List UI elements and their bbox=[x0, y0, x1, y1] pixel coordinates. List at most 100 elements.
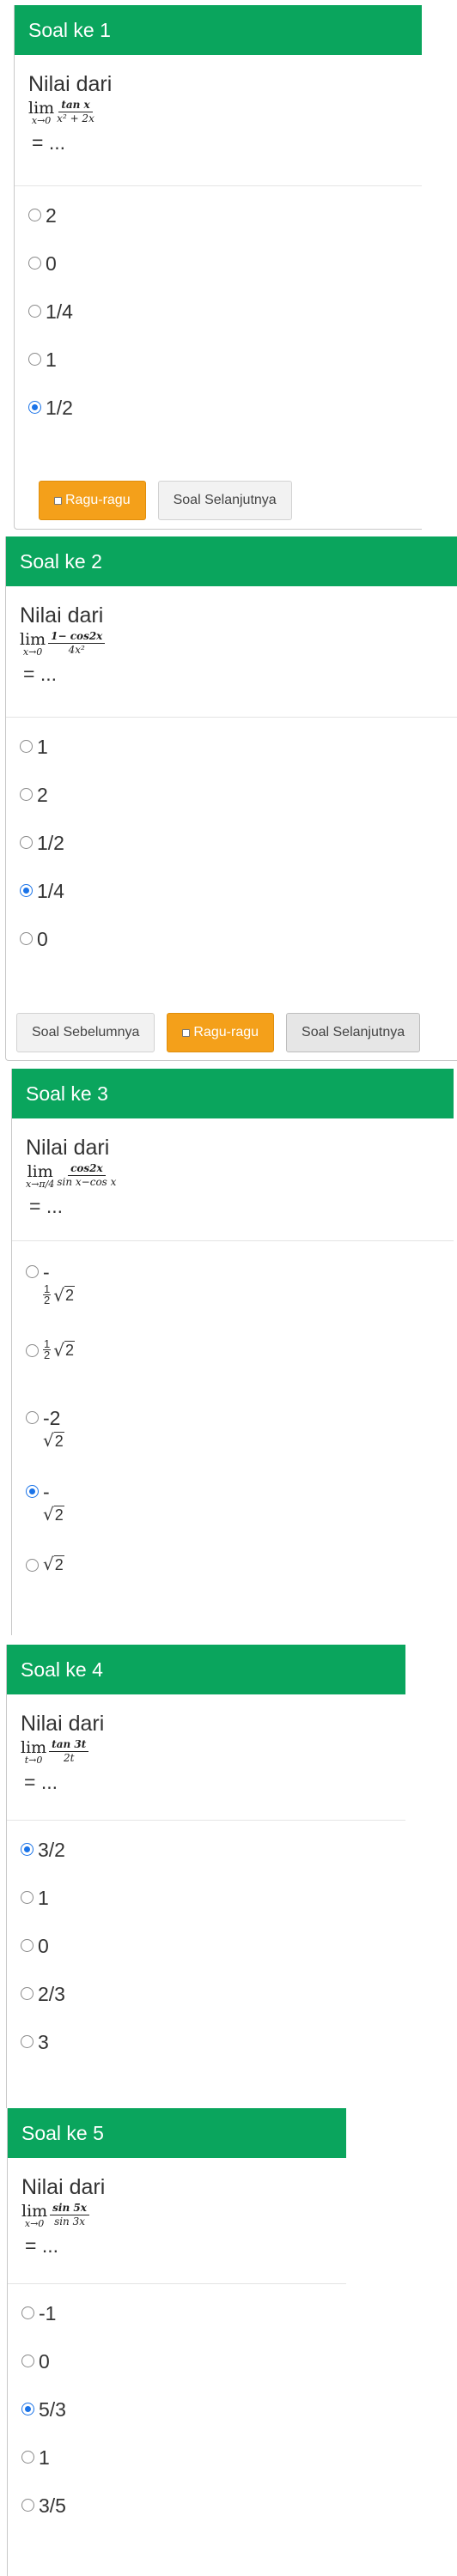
square-root: √ 2 bbox=[43, 1504, 64, 1524]
lim-subscript: x→0 bbox=[31, 115, 52, 126]
radio-icon[interactable] bbox=[28, 257, 41, 270]
radio-icon[interactable] bbox=[21, 2451, 34, 2464]
option-label: -2 bbox=[43, 1407, 61, 1429]
next-question-button[interactable]: Soal Selanjutnya bbox=[286, 1013, 421, 1052]
question-card-1: Soal ke 1 Nilai dari lim x→0 tan x x² + … bbox=[14, 5, 422, 530]
radio-checked-icon[interactable] bbox=[28, 401, 41, 414]
radio-icon[interactable] bbox=[26, 1265, 39, 1278]
answer-option[interactable]: √ 2 bbox=[26, 1554, 454, 1602]
sqrt-icon: √ bbox=[43, 1554, 54, 1574]
answer-option[interactable]: - 12 √ 2 bbox=[26, 1260, 454, 1339]
option-label: -1 bbox=[39, 2302, 57, 2324]
next-question-button[interactable]: Soal Selanjutnya bbox=[157, 481, 292, 520]
fraction-numerator: 1− cos2x bbox=[48, 630, 106, 644]
radio-checked-icon[interactable] bbox=[26, 1485, 39, 1498]
answer-option[interactable]: 2 bbox=[20, 783, 457, 831]
radio-icon[interactable] bbox=[20, 836, 33, 849]
answer-options: 2 0 1/4 1 1/2 bbox=[15, 186, 422, 444]
answer-option[interactable]: 1 bbox=[28, 348, 422, 396]
answer-option[interactable]: 1 bbox=[21, 2446, 346, 2494]
answer-option-selected[interactable]: 1/4 bbox=[20, 879, 457, 927]
radio-icon[interactable] bbox=[28, 209, 41, 221]
question-header: Soal ke 2 bbox=[6, 536, 457, 586]
radio-icon[interactable] bbox=[28, 353, 41, 366]
option-label: 1 bbox=[38, 1887, 49, 1909]
sqrt-icon: √ bbox=[43, 1504, 54, 1524]
question-card-3: Soal ke 3 Nilai dari lim x→π/4 cos2x sin… bbox=[11, 1069, 454, 1635]
square-root: √ 2 bbox=[53, 1284, 75, 1306]
radio-icon[interactable] bbox=[20, 740, 33, 753]
answer-option[interactable]: 0 bbox=[20, 927, 457, 975]
ragu-ragu-button[interactable]: Ragu-ragu bbox=[167, 1013, 275, 1052]
answer-option[interactable]: 1/2 bbox=[20, 831, 457, 879]
question-card-2: Soal ke 2 Nilai dari lim x→0 1− cos2x 4x… bbox=[5, 536, 457, 1061]
option-label: 1/2 bbox=[46, 397, 73, 419]
option-label: 3/5 bbox=[39, 2494, 66, 2517]
limit-formula: lim x→0 tan x x² + 2x bbox=[28, 99, 422, 126]
answer-option[interactable]: 2 bbox=[28, 203, 422, 252]
lim-subscript: x→0 bbox=[24, 2218, 45, 2229]
question-card-5: Soal ke 5 Nilai dari lim x→0 sin 5x sin … bbox=[7, 2108, 346, 2576]
option-label: 2/3 bbox=[38, 1983, 65, 2005]
lim-word: lim bbox=[21, 1738, 47, 1757]
checkbox-icon[interactable] bbox=[54, 496, 62, 505]
answer-option-selected[interactable]: 5/3 bbox=[21, 2397, 346, 2446]
limit-formula: lim x→0 sin 5x sin 3x bbox=[21, 2202, 346, 2229]
option-sign: - bbox=[43, 1261, 50, 1283]
radio-icon[interactable] bbox=[21, 1891, 34, 1904]
answer-option[interactable]: 12 √ 2 bbox=[26, 1338, 454, 1406]
ragu-ragu-button[interactable]: Ragu-ragu bbox=[39, 481, 146, 520]
radio-icon[interactable] bbox=[20, 788, 33, 801]
answer-options: 3/2 1 0 2/3 3 bbox=[7, 1821, 405, 2078]
radio-icon[interactable] bbox=[21, 1987, 34, 2000]
radio-icon[interactable] bbox=[26, 1559, 39, 1572]
answer-option[interactable]: 1 bbox=[21, 1886, 405, 1934]
question-prefix: Nilai dari bbox=[26, 1136, 110, 1160]
option-label: 0 bbox=[46, 252, 57, 275]
answer-option[interactable]: 0 bbox=[21, 1934, 405, 1982]
question-card-4: Soal ke 4 Nilai dari lim t→0 tan 3t 2t =… bbox=[6, 1645, 405, 2108]
option-label: 1 bbox=[37, 736, 48, 758]
lim-subscript: t→0 bbox=[24, 1755, 43, 1766]
answer-option[interactable]: 1/4 bbox=[28, 300, 422, 348]
checkbox-icon[interactable] bbox=[182, 1028, 191, 1037]
answer-option[interactable]: 0 bbox=[28, 252, 422, 300]
fraction-denominator: sin 3x bbox=[54, 2215, 86, 2227]
answer-option[interactable]: 3 bbox=[21, 2030, 405, 2078]
lim-word: lim bbox=[21, 2202, 48, 2221]
answer-option[interactable]: -1 bbox=[21, 2301, 346, 2349]
answer-option-selected[interactable]: 1/2 bbox=[28, 396, 422, 444]
radio-checked-icon[interactable] bbox=[21, 1843, 34, 1856]
square-root: √ 2 bbox=[53, 1339, 75, 1361]
answer-option[interactable]: 1 bbox=[20, 735, 457, 783]
question-suffix: = ... bbox=[23, 663, 57, 685]
radio-icon[interactable] bbox=[21, 2306, 34, 2319]
radio-icon[interactable] bbox=[21, 2035, 34, 2048]
answer-option[interactable]: -2 √ 2 bbox=[26, 1406, 454, 1480]
radio-icon[interactable] bbox=[28, 305, 41, 318]
radio-icon[interactable] bbox=[26, 1411, 39, 1424]
answer-options: - 12 √ 2 12 √ 2 -2 √ 2 - √ 2 √ 2 bbox=[12, 1241, 454, 1602]
answer-option-selected[interactable]: - √ 2 bbox=[26, 1480, 454, 1554]
question-header: Soal ke 5 bbox=[8, 2108, 346, 2158]
question-prefix: Nilai dari bbox=[21, 2175, 106, 2199]
fraction-denominator: x² + 2x bbox=[57, 112, 94, 124]
fraction-numerator: tan 3t bbox=[49, 1738, 89, 1752]
answer-option[interactable]: 3/5 bbox=[21, 2494, 346, 2542]
radio-checked-icon[interactable] bbox=[20, 884, 33, 897]
previous-question-button[interactable]: Soal Sebelumnya bbox=[16, 1013, 155, 1052]
answer-option[interactable]: 0 bbox=[21, 2349, 346, 2397]
radio-checked-icon[interactable] bbox=[21, 2403, 34, 2415]
square-root: √ 2 bbox=[43, 1430, 64, 1451]
option-label: 0 bbox=[37, 928, 48, 950]
answer-option[interactable]: 2/3 bbox=[21, 1982, 405, 2030]
option-label: 5/3 bbox=[39, 2398, 66, 2421]
radio-icon[interactable] bbox=[21, 2499, 34, 2512]
answer-option-selected[interactable]: 3/2 bbox=[21, 1838, 405, 1886]
question-prefix: Nilai dari bbox=[20, 603, 104, 627]
option-label: 3 bbox=[38, 2031, 49, 2053]
radio-icon[interactable] bbox=[20, 932, 33, 945]
radio-icon[interactable] bbox=[26, 1344, 39, 1357]
radio-icon[interactable] bbox=[21, 2355, 34, 2367]
radio-icon[interactable] bbox=[21, 1939, 34, 1952]
